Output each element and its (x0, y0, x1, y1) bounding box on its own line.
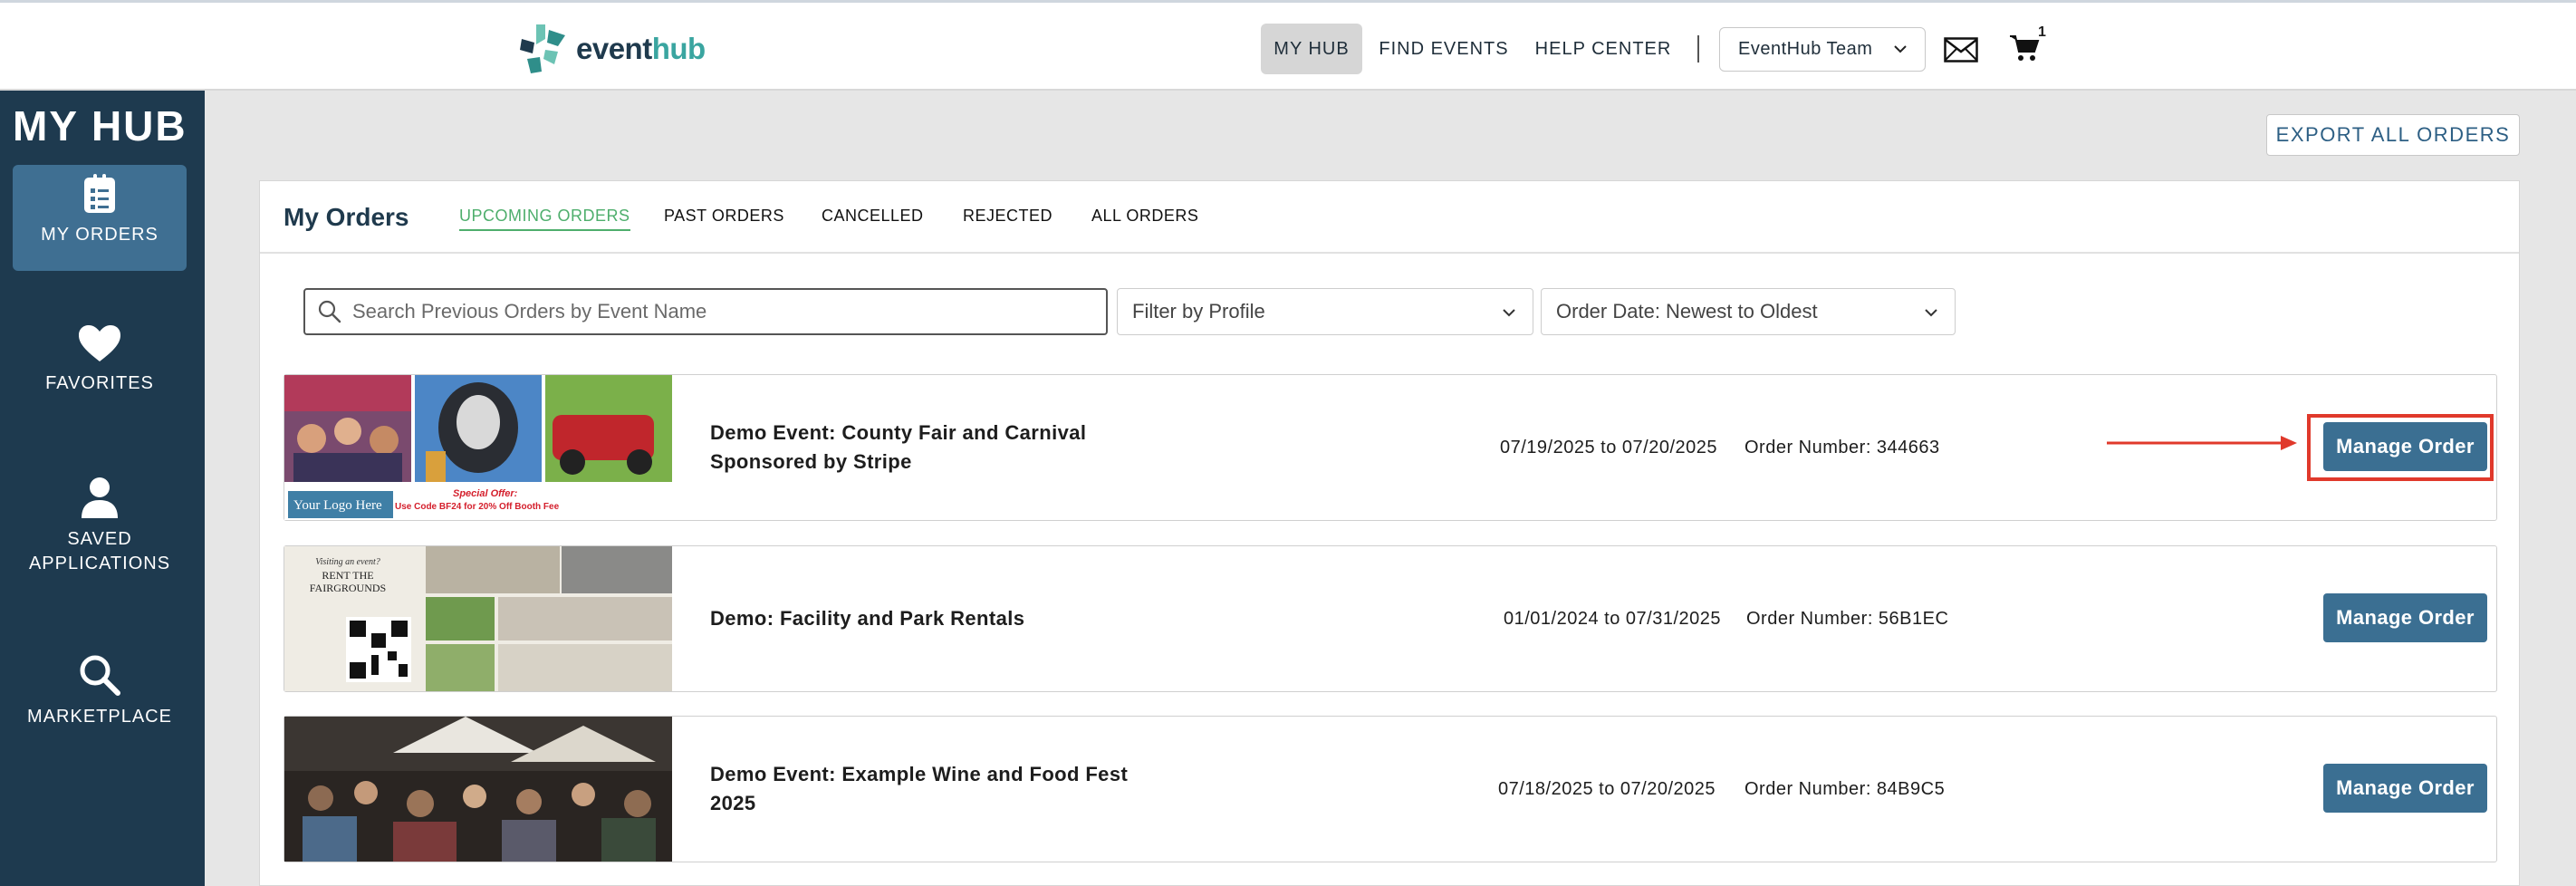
sidebar-item-label: FAVORITES (45, 373, 154, 393)
manage-order-button[interactable]: Manage Order (2323, 593, 2487, 642)
search-input[interactable] (352, 300, 1095, 323)
team-selector-label: EventHub Team (1738, 39, 1873, 59)
orders-panel-header: My Orders UPCOMING ORDERS PAST ORDERS CA… (260, 181, 2519, 254)
tab-upcoming-orders[interactable]: UPCOMING ORDERS (459, 207, 630, 231)
search-box (303, 288, 1108, 335)
thumb-line3: FAIRGROUNDS (310, 582, 386, 594)
sidebar-item-label: MARKETPLACE (27, 707, 172, 727)
sidebar-item-label-line1: SAVED (67, 529, 132, 549)
event-name[interactable]: Demo: Facility and Park Rentals (710, 546, 1145, 691)
order-number: Order Number: 344663 (1745, 437, 1940, 457)
thumb-line1: Visiting an event? (315, 557, 380, 567)
thumb-offer-text: Special Offer: (453, 488, 518, 499)
sidebar-item-label: MY ORDERS (41, 225, 159, 245)
manage-order-button[interactable]: Manage Order (2323, 764, 2487, 813)
annotation-highlight-box (2307, 414, 2494, 481)
cart-count-badge: 1 (2038, 24, 2046, 40)
chevron-down-icon (1925, 309, 1937, 317)
sidebar: MY HUB MY ORDERS FAVORITES SAVED APPLICA… (0, 91, 205, 886)
top-navigation-bar: eventhub MY HUB FIND EVENTS HELP CENTER … (0, 0, 2576, 91)
clipboard-icon (84, 174, 115, 213)
event-thumbnail[interactable] (284, 717, 672, 862)
tab-rejected[interactable]: REJECTED (963, 207, 1053, 226)
profile-filter-value: Filter by Profile (1132, 300, 1265, 323)
event-dates: 07/18/2025 to 07/20/2025 (1498, 778, 1716, 799)
chevron-down-icon (1503, 309, 1515, 317)
thumb-logo-text: Your Logo Here (293, 498, 382, 513)
sidebar-title: MY HUB (13, 102, 187, 149)
sort-order-select[interactable]: Order Date: Newest to Oldest (1541, 288, 1956, 335)
eventhub-logo-icon (520, 24, 565, 73)
event-name[interactable]: Demo Event: Example Wine and Food Fest 2… (710, 717, 1145, 862)
page-title: My Orders (284, 203, 409, 231)
nav-find-events[interactable]: FIND EVENTS (1371, 24, 1516, 74)
mail-icon[interactable] (1944, 37, 1978, 63)
order-number: Order Number: 84B9C5 (1745, 778, 1946, 799)
thumb-line2: RENT THE (322, 569, 373, 582)
logo-wordmark: eventhub (576, 32, 706, 65)
team-selector-dropdown[interactable]: EventHub Team (1719, 27, 1926, 72)
tab-all-orders[interactable]: ALL ORDERS (1091, 207, 1198, 226)
tab-cancelled[interactable]: CANCELLED (822, 207, 924, 226)
event-thumbnail[interactable]: Your Logo Here Special Offer: Use Code B… (284, 375, 672, 520)
tab-past-orders[interactable]: PAST ORDERS (664, 207, 784, 226)
export-all-orders-button[interactable]: EXPORT ALL ORDERS (2266, 114, 2520, 156)
event-dates: 07/19/2025 to 07/20/2025 (1500, 437, 1717, 457)
sidebar-item-my-orders[interactable]: MY ORDERS (13, 165, 187, 271)
event-thumbnail-image (284, 717, 672, 862)
profile-filter-select[interactable]: Filter by Profile (1117, 288, 1533, 335)
search-icon (80, 655, 120, 696)
order-row: Visiting an event? RENT THE FAIRGROUNDS … (284, 545, 2497, 692)
annotation-arrow-icon (2107, 436, 2297, 450)
nav-my-hub[interactable]: MY HUB (1261, 24, 1362, 74)
nav-divider (1697, 35, 1699, 63)
cart-icon[interactable] (2009, 34, 2040, 63)
nav-help-center[interactable]: HELP CENTER (1531, 24, 1676, 74)
sidebar-item-favorites[interactable]: FAVORITES (13, 324, 187, 396)
sidebar-item-label-line2: APPLICATIONS (28, 554, 171, 573)
event-thumbnail[interactable]: Visiting an event? RENT THE FAIRGROUNDS (284, 546, 672, 691)
chevron-down-icon (1894, 45, 1907, 53)
heart-icon (79, 325, 120, 361)
order-number: Order Number: 56B1EC (1746, 608, 1949, 629)
sidebar-item-saved-applications[interactable]: SAVED APPLICATIONS (13, 477, 187, 576)
order-row: Demo Event: Example Wine and Food Fest 2… (284, 716, 2497, 862)
thumb-code-text: Use Code BF24 for 20% Off Booth Fee (395, 502, 560, 512)
event-thumbnail-image: Visiting an event? RENT THE FAIRGROUNDS (284, 546, 672, 691)
event-thumbnail-image: Your Logo Here Special Offer: Use Code B… (284, 375, 672, 520)
search-icon (318, 300, 341, 323)
sort-order-value: Order Date: Newest to Oldest (1556, 300, 1818, 323)
event-name[interactable]: Demo Event: County Fair and Carnival Spo… (710, 375, 1145, 520)
eventhub-logo[interactable]: eventhub (518, 23, 706, 75)
orders-panel: My Orders UPCOMING ORDERS PAST ORDERS CA… (259, 180, 2520, 886)
sidebar-item-marketplace[interactable]: MARKETPLACE (13, 654, 187, 729)
user-icon (82, 477, 118, 518)
event-dates: 01/01/2024 to 07/31/2025 (1504, 608, 1721, 629)
